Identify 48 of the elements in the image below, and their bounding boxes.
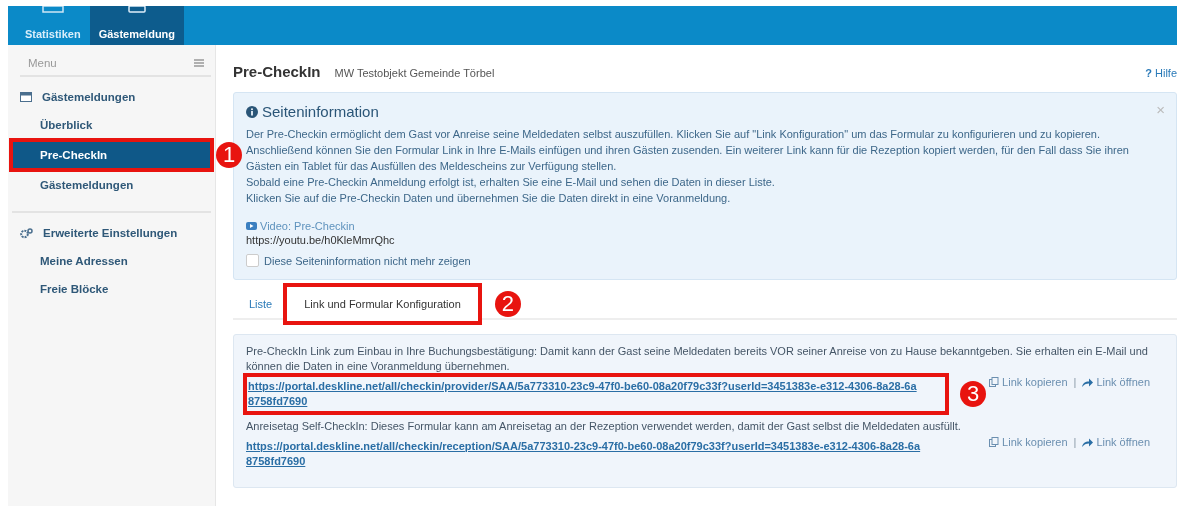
callout-number: 2: [494, 291, 521, 317]
link-description: Anreisetag Self-CheckIn: Dieses Formular kann am Anreisetag an der Rezeption verwendet werden, damit der Gast selbst die Meldedaten ausfüllt.: [246, 419, 962, 434]
callout-number: 3: [960, 381, 986, 407]
menu-group-heading: Erweiterte Einstellungen: [43, 227, 178, 239]
checkbox-label: Diese Seiteninformation nicht mehr zeigen: [264, 254, 471, 267]
calendar-icon: [20, 92, 32, 102]
checkin-link[interactable]: https://portal.deskline.net/all/checkin/provider/SAA/5a773310-23c9-47f0-be60-08a20f79c33f?userId=3451383e-e312-4306-8a28-6a8758fd7690: [248, 376, 922, 412]
chart-icon: [41, 6, 64, 14]
menu-group-heading: Gästemeldungen: [42, 91, 136, 103]
info-text: Klicken Sie auf die Pre-Checkin Daten und übernehmen Sie die Daten direkt in eine Voranmeldung.: [246, 191, 732, 206]
menu-item[interactable]: Meine Adressen: [12, 247, 211, 275]
open-link[interactable]: Link öffnen: [1082, 376, 1150, 388]
object-name: MW Testobjekt Gemeinde Törbel: [334, 67, 495, 79]
nav-tab[interactable]: Gästemeldung: [89, 6, 185, 45]
gears-icon: [20, 227, 33, 239]
menu-item[interactable]: Freie Blöcke: [12, 275, 211, 303]
open-link[interactable]: Link öffnen: [1082, 436, 1150, 448]
menu-item[interactable]: Überblick: [12, 111, 211, 139]
page-title: Pre-CheckIn: [233, 63, 321, 80]
copy-icon: [989, 437, 1000, 447]
nav-tab[interactable]: Statistiken: [16, 6, 90, 45]
tab[interactable]: Link und Formular Konfiguration: [286, 286, 479, 322]
separator: |: [1073, 436, 1077, 448]
menu-icon[interactable]: [194, 59, 204, 67]
help-link[interactable]: ? Hilfe: [1145, 67, 1177, 79]
checkbox[interactable]: [246, 254, 259, 267]
separator: |: [1073, 376, 1077, 388]
checkin-link[interactable]: https://portal.deskline.net/all/checkin/reception/SAA/5a773310-23c9-47f0-be60-08a20f79c33f?userId=3451383e-e312-4306-8a28-6a8758fd7690: [246, 436, 926, 472]
devices-icon: [125, 6, 148, 14]
video-label: Video: Pre-Checkin: [260, 220, 355, 232]
info-text: Der Pre-Checkin ermöglicht dem Gast vor Anreise seine Meldedaten selbst auszufüllen. Klicken Sie auf "Link Konfiguration" um das Formular zu konfigurieren und zu kopieren.: [246, 127, 1102, 142]
menu-title: Menu: [28, 57, 57, 69]
share-arrow-icon: [1082, 437, 1094, 447]
tab[interactable]: Liste: [243, 288, 279, 320]
info-icon: [246, 105, 258, 118]
copy-link[interactable]: Link kopieren: [989, 376, 1068, 388]
info-title: Seiteninformation: [262, 103, 379, 120]
video-icon: [246, 222, 257, 230]
menu-item[interactable]: Pre-CheckIn: [12, 141, 211, 169]
link-description: Pre-CheckIn Link zum Einbau in Ihre Buchungsbestätigung: Damit kann der Gast seine Meldedaten bereits VOR seiner Anreise von zu Hause bekanntgeben. Sie erhalten ein E-Mail und können die Daten in eine Voranmeldung übernehmen.: [246, 344, 1149, 374]
video-url: https://youtu.be/h0KleMmrQhc: [246, 234, 396, 246]
info-text: Sobald eine Pre-Checkin Anmeldung erfolgt ist, erhalten Sie eine E-Mail und sehen die Daten in dieser Liste.: [246, 175, 776, 190]
copy-link[interactable]: Link kopieren: [989, 436, 1068, 448]
share-arrow-icon: [1082, 377, 1094, 387]
info-text: Anschließend können Sie den Formular Link in Ihre E-Mails einfügen und ihren Gästen zusenden. Ein weiterer Link kann für die Rezeption kopiert werden, für den Fall dass Sie ihren Gästen ein Tablet für das Ausfüllen des Meldescheins zur Verfügung stellen.: [246, 143, 1130, 174]
menu-item[interactable]: Gästemeldungen: [12, 171, 211, 199]
copy-icon: [989, 377, 1000, 387]
callout-number: 1: [216, 142, 242, 168]
